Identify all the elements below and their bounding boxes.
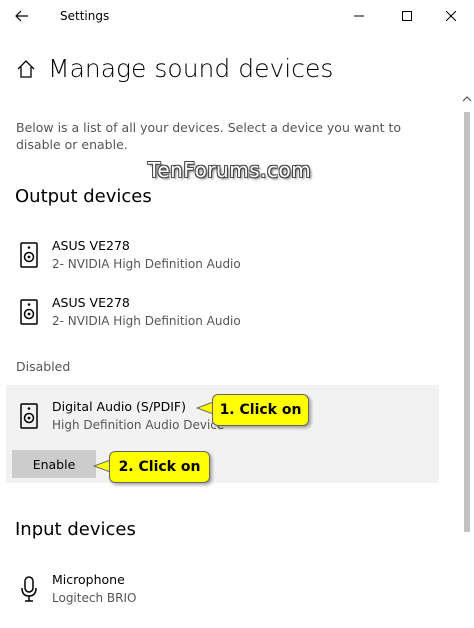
close-button[interactable] (428, 0, 474, 32)
device-name: Digital Audio (S/PDIF) (52, 399, 186, 414)
close-icon (446, 11, 456, 21)
speaker-icon (20, 403, 38, 429)
callout-step-2: 2. Click on (109, 451, 210, 483)
enable-button[interactable]: Enable (12, 450, 96, 478)
home-icon[interactable] (16, 59, 36, 79)
input-device-item[interactable]: Microphone Logitech BRIO (0, 572, 440, 620)
title-bar: Settings (0, 0, 474, 32)
minimize-icon (354, 15, 364, 17)
device-name: ASUS VE278 (52, 238, 130, 253)
input-devices-heading: Input devices (15, 519, 136, 540)
device-driver: High Definition Audio Device (52, 418, 225, 432)
device-driver: 2- NVIDIA High Definition Audio (52, 314, 241, 328)
output-device-item[interactable]: ASUS VE278 2- NVIDIA High Definition Aud… (0, 295, 440, 343)
device-name: ASUS VE278 (52, 295, 130, 310)
page-description: Below is a list of all your devices. Sel… (16, 120, 402, 152)
scroll-thumb[interactable] (464, 112, 470, 532)
page-title: Manage sound devices (48, 54, 334, 83)
scrollbar[interactable] (460, 92, 474, 628)
callout-step-1: 1. Click on (212, 394, 309, 426)
watermark: TenForums.com (148, 158, 312, 182)
minimize-button[interactable] (336, 0, 382, 32)
window-title: Settings (60, 9, 110, 23)
microphone-icon (21, 576, 37, 602)
back-button[interactable] (12, 6, 32, 26)
maximize-button[interactable] (384, 0, 430, 32)
disabled-label: Disabled (16, 359, 71, 374)
output-device-item[interactable]: ASUS VE278 2- NVIDIA High Definition Aud… (0, 238, 440, 286)
device-driver: 2- NVIDIA High Definition Audio (52, 257, 241, 271)
scroll-up-icon[interactable] (462, 94, 472, 104)
speaker-icon (20, 299, 38, 325)
output-devices-heading: Output devices (15, 186, 152, 207)
speaker-icon (20, 242, 38, 268)
device-driver: Logitech BRIO (52, 591, 137, 605)
maximize-icon (402, 11, 412, 21)
device-name: Microphone (52, 572, 125, 587)
back-arrow-icon (15, 10, 28, 22)
